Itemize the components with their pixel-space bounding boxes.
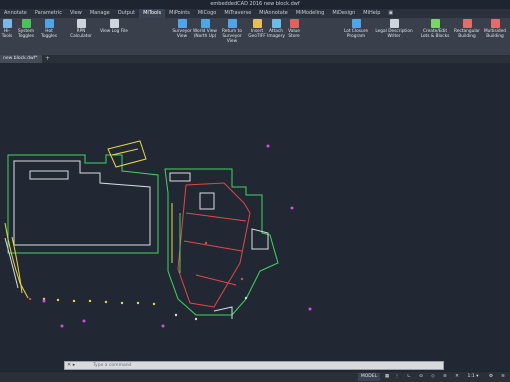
button-label: Create/Edit Lots & Blocks bbox=[420, 29, 450, 39]
checkbox-icon bbox=[21, 19, 31, 28]
command-line[interactable]: ✕ ▸ Type a command bbox=[64, 361, 444, 370]
tab-mitraverse[interactable]: MiTraverse bbox=[220, 9, 255, 18]
ribbon-panel: Hi- Tools System Toggles Hot Toggles RPN… bbox=[0, 18, 510, 73]
log-file-icon bbox=[109, 19, 119, 28]
tab-view[interactable]: View bbox=[66, 9, 86, 18]
window-title: embeddedCAD 2016 new block.dwf bbox=[210, 1, 300, 7]
grid-icon[interactable]: ▦ bbox=[382, 373, 392, 381]
button-label: Insert GeoTIFF bbox=[248, 29, 266, 39]
return-surveyor-view-button[interactable]: Return to Surveyor View bbox=[217, 19, 247, 44]
globe-icon bbox=[200, 19, 210, 28]
new-tab-icon[interactable]: + bbox=[45, 55, 50, 63]
button-label: Attach Imagery bbox=[267, 29, 285, 39]
tab-annotate[interactable]: Annotate bbox=[0, 9, 31, 18]
building-icon bbox=[490, 19, 500, 28]
return-icon bbox=[227, 19, 237, 28]
block-right-outline bbox=[164, 168, 279, 319]
rpn-calculator-button[interactable]: RPN Calculator bbox=[66, 19, 96, 39]
button-label: Hot Toggles bbox=[40, 29, 58, 39]
hot-toggles-button[interactable]: Hot Toggles bbox=[40, 19, 58, 39]
value-store-button[interactable]: Value Store bbox=[286, 19, 302, 39]
annotation-icon[interactable]: ✕ bbox=[452, 373, 462, 381]
block-left-outline bbox=[4, 140, 159, 299]
insert-geotiff-button[interactable]: Insert GeoTIFF bbox=[248, 19, 266, 39]
view-log-file-button[interactable]: View Log File bbox=[99, 19, 129, 34]
snap-icon[interactable]: ⋮ bbox=[392, 373, 402, 381]
lineweight-icon[interactable]: ≡ bbox=[440, 373, 450, 381]
attach-imagery-button[interactable]: Attach Imagery bbox=[267, 19, 285, 39]
document-icon bbox=[389, 19, 399, 28]
button-label: System Toggles bbox=[17, 29, 35, 39]
status-bar: MODEL ▦ ⋮ ∟ ⊙ ◇ ≡ ✕ 1:1 ▾ ⚙ ≡ bbox=[0, 372, 510, 382]
document-tab-bar: new block.dwf* + bbox=[0, 55, 510, 63]
button-label: RPN Calculator bbox=[70, 29, 92, 39]
polar-icon[interactable]: ⊙ bbox=[416, 373, 426, 381]
lot-icon bbox=[351, 19, 361, 28]
tab-miannotate[interactable]: MiAnnotate bbox=[255, 9, 292, 18]
multisided-building-button[interactable]: Multisided Building bbox=[481, 19, 509, 39]
tab-parametric[interactable]: Parametric bbox=[31, 9, 66, 18]
drawing-canvas[interactable] bbox=[0, 63, 510, 371]
close-icon[interactable]: ✕ ▸ bbox=[67, 362, 75, 369]
tab-manage[interactable]: Manage bbox=[86, 9, 114, 18]
surveyor-view-button[interactable]: Surveyor View bbox=[172, 19, 192, 39]
button-label: World View (North Up) bbox=[193, 29, 217, 39]
button-label: Hi- Tools bbox=[1, 29, 13, 39]
annotation-scale[interactable]: 1:1 ▾ bbox=[466, 373, 480, 381]
hi-tools-button[interactable]: Hi- Tools bbox=[0, 19, 14, 39]
settings-icon[interactable]: ⚙ bbox=[486, 373, 496, 381]
tab-mihelp[interactable]: MiHelp bbox=[359, 9, 384, 18]
button-label: Lot Closure Program bbox=[343, 29, 369, 39]
tab-mimodeling[interactable]: MiModeling bbox=[292, 9, 328, 18]
tab-mipoints[interactable]: MiPoints bbox=[165, 9, 194, 18]
button-label: Value Store bbox=[288, 29, 300, 39]
ribbon-tab-bar: Annotate Parametric View Manage Output M… bbox=[0, 9, 510, 18]
image-icon bbox=[252, 19, 262, 28]
tab-mitools[interactable]: MiTools bbox=[139, 9, 166, 18]
command-input[interactable]: Type a command bbox=[93, 362, 131, 369]
drawing-svg bbox=[4, 140, 312, 328]
create-edit-lots-button[interactable]: Create/Edit Lots & Blocks bbox=[418, 19, 452, 39]
compass-icon bbox=[177, 19, 187, 28]
ortho-icon[interactable]: ∟ bbox=[404, 373, 414, 381]
ribbon-options-icon[interactable]: ▣ bbox=[384, 9, 397, 18]
button-label: Return to Surveyor View bbox=[222, 29, 242, 44]
osnap-icon[interactable]: ◇ bbox=[428, 373, 438, 381]
button-label: View Log File bbox=[100, 29, 128, 34]
toggle-icon bbox=[44, 19, 54, 28]
calculator-icon bbox=[76, 19, 86, 28]
store-icon bbox=[289, 19, 299, 28]
attach-icon bbox=[271, 19, 281, 28]
legal-description-button[interactable]: Legal Description Writer bbox=[374, 19, 414, 39]
survey-points bbox=[28, 144, 312, 328]
button-label: Rectangular Building bbox=[454, 29, 480, 39]
button-label: Surveyor View bbox=[172, 29, 192, 39]
title-bar: embeddedCAD 2016 new block.dwf bbox=[0, 0, 510, 9]
rectangular-building-button[interactable]: Rectangular Building bbox=[453, 19, 481, 39]
document-tab[interactable]: new block.dwf* bbox=[0, 55, 42, 63]
tab-midesign[interactable]: MiDesign bbox=[328, 9, 359, 18]
button-label: Multisided Building bbox=[483, 29, 507, 39]
tab-micogo[interactable]: MiCogo bbox=[194, 9, 221, 18]
tab-output[interactable]: Output bbox=[114, 9, 139, 18]
button-label: Legal Description Writer bbox=[375, 29, 413, 39]
tools-icon bbox=[2, 19, 12, 28]
model-space-button[interactable]: MODEL bbox=[358, 373, 380, 381]
menu-icon[interactable]: ≡ bbox=[498, 373, 508, 381]
world-view-button[interactable]: World View (North Up) bbox=[192, 19, 218, 39]
building-icon bbox=[462, 19, 472, 28]
system-toggles-button[interactable]: System Toggles bbox=[15, 19, 37, 39]
lot-closure-button[interactable]: Lot Closure Program bbox=[340, 19, 372, 39]
lots-icon bbox=[430, 19, 440, 28]
